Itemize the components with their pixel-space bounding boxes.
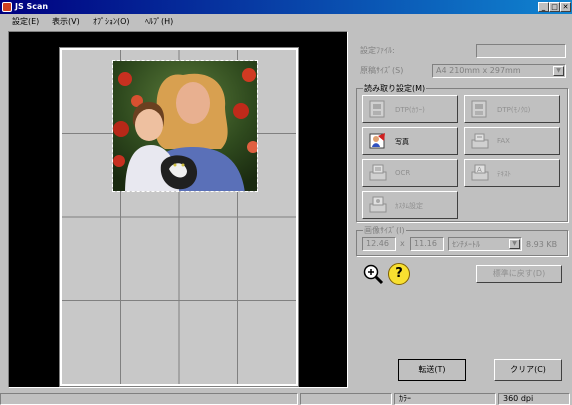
zoom-in-icon (363, 264, 384, 285)
title-bar: JS Scan _ □ ✕ (0, 0, 572, 14)
chevron-down-icon[interactable]: ▼ (553, 66, 564, 76)
image-width-field[interactable]: 12.46 (362, 237, 396, 251)
dtp-color-icon (369, 100, 385, 118)
original-size-select[interactable]: A4 210mm x 297mm ▼ (432, 64, 566, 78)
menu-view[interactable]: 表示(V) (52, 16, 80, 27)
mode-label: ﾃｷｽﾄ (497, 170, 511, 178)
custom-icon (369, 196, 387, 213)
zoom-in-button[interactable] (362, 263, 384, 285)
mode-text-button[interactable]: A ﾃｷｽﾄ (464, 159, 560, 187)
image-size-title: 画像ｻｲｽﾞ(I) (363, 225, 406, 236)
times-sign: x (400, 239, 405, 248)
menu-options[interactable]: ｵﾌﾟｼｮﾝ(O) (93, 16, 130, 27)
status-pane-main (0, 393, 298, 405)
mode-label: OCR (395, 169, 411, 177)
status-bar: ｶﾗｰ 360 dpi (0, 392, 572, 405)
reset-defaults-button[interactable]: 標準に戻す(D) (476, 265, 562, 283)
photo-icon (369, 133, 385, 149)
menu-help[interactable]: ﾍﾙﾌﾟ(H) (145, 16, 173, 27)
clear-button[interactable]: クリア(C) (494, 359, 562, 381)
photo-image (113, 61, 257, 191)
dtp-mono-icon (471, 100, 487, 118)
transfer-button[interactable]: 転送(T) (398, 359, 466, 381)
status-pane-empty (300, 393, 392, 405)
svg-text:A: A (477, 166, 482, 174)
settings-panel: 設定ﾌｧｲﾙ: 原稿ｻｲｽﾞ(S) A4 210mm x 297mm ▼ 読み取… (352, 31, 572, 391)
fax-icon (471, 133, 489, 149)
app-icon (2, 2, 12, 12)
file-size-value: 8.93 KB (526, 240, 558, 249)
scanned-photo[interactable] (112, 60, 258, 192)
mode-label: DTP(ｶﾗｰ) (395, 106, 425, 114)
menu-settings[interactable]: 設定(E) (12, 16, 39, 27)
mode-custom-button[interactable]: ｶｽﾀﾑ設定 (362, 191, 458, 219)
menu-bar: 設定(E) 表示(V) ｵﾌﾟｼｮﾝ(O) ﾍﾙﾌﾟ(H) (0, 14, 572, 30)
mode-label: FAX (497, 137, 510, 145)
mode-fax-button[interactable]: FAX (464, 127, 560, 155)
read-settings-title: 読み取り設定(M) (363, 83, 427, 94)
mode-dtp-mono-button[interactable]: DTP(ﾓﾉｸﾛ) (464, 95, 560, 123)
original-size-value: A4 210mm x 297mm (436, 66, 521, 75)
mode-label: 写真 (395, 138, 409, 146)
unit-value: ｾﾝﾁﾒｰﾄﾙ (452, 240, 480, 249)
window-title: JS Scan (15, 2, 49, 11)
status-resolution: 360 dpi (498, 393, 570, 405)
minimize-button[interactable]: _ (538, 2, 549, 12)
settings-file-field[interactable] (476, 44, 566, 58)
image-height-field[interactable]: 11.16 (410, 237, 444, 251)
mode-ocr-button[interactable]: OCR (362, 159, 458, 187)
maximize-button[interactable]: □ (549, 2, 560, 12)
original-size-label: 原稿ｻｲｽﾞ(S) (360, 66, 404, 75)
settings-file-label: 設定ﾌｧｲﾙ: (360, 46, 395, 55)
help-icon[interactable]: ? (388, 263, 410, 285)
mode-dtp-color-button[interactable]: DTP(ｶﾗｰ) (362, 95, 458, 123)
text-icon: A (471, 164, 489, 181)
unit-select[interactable]: ｾﾝﾁﾒｰﾄﾙ ▼ (448, 237, 522, 251)
scan-preview-area[interactable] (8, 31, 348, 388)
scan-page[interactable] (59, 47, 299, 387)
mode-label: ｶｽﾀﾑ設定 (395, 202, 423, 210)
app-window: JS Scan _ □ ✕ 設定(E) 表示(V) ｵﾌﾟｼｮﾝ(O) ﾍﾙﾌﾟ… (0, 0, 572, 405)
mode-photo-button[interactable]: 写真 (362, 127, 458, 155)
status-color-mode: ｶﾗｰ (394, 393, 496, 405)
mode-label: DTP(ﾓﾉｸﾛ) (497, 106, 531, 114)
ocr-icon (369, 164, 387, 181)
close-button[interactable]: ✕ (560, 2, 571, 12)
chevron-down-icon[interactable]: ▼ (509, 239, 520, 249)
